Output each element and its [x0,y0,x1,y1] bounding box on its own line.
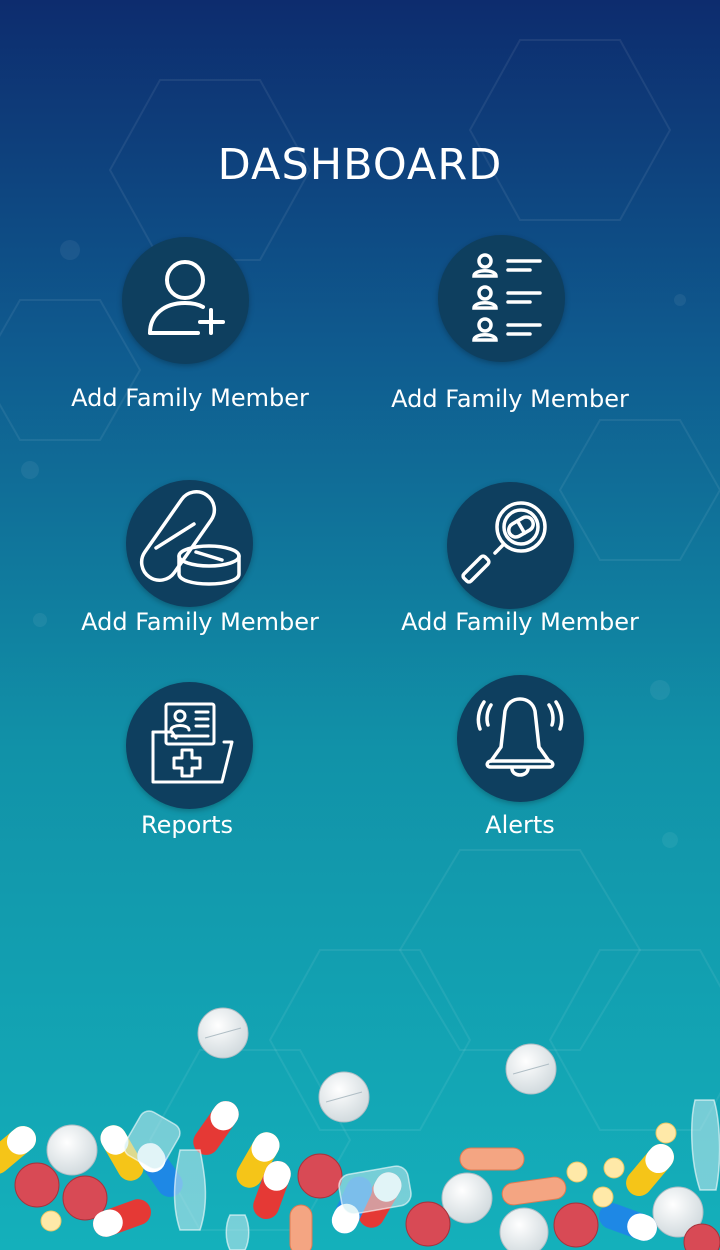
pills-decoration [0,1007,720,1250]
pills-icon [139,490,241,586]
tile-medicines[interactable]: Add Family Member [60,480,340,680]
tile-medicine-search[interactable]: Add Family Member [380,482,660,682]
tile-icon-circle [457,675,584,802]
tile-label: Add Family Member [81,608,319,636]
tile-label: Alerts [485,811,555,839]
medical-folder-icon [151,702,234,784]
medicine-search-icon [461,501,547,584]
tile-icon-circle [438,235,565,362]
member-list-icon [472,253,542,342]
tile-reports[interactable]: Reports [37,682,317,882]
tile-icon-circle [126,480,253,607]
tile-family-members-list[interactable]: Add Family Member [370,235,650,435]
add-user-icon [148,260,225,335]
tile-label: Add Family Member [71,384,309,412]
tile-label: Add Family Member [401,608,639,636]
tile-label: Add Family Member [391,385,629,413]
tile-icon-circle [126,682,253,809]
tile-icon-circle [447,482,574,609]
ringing-bell-icon [476,697,564,777]
tile-alerts[interactable]: Alerts [370,675,650,875]
page-title: DASHBOARD [217,140,503,190]
tile-label: Reports [140,811,234,839]
tile-add-family-member[interactable]: Add Family Member [50,237,330,437]
tile-icon-circle [122,237,249,364]
